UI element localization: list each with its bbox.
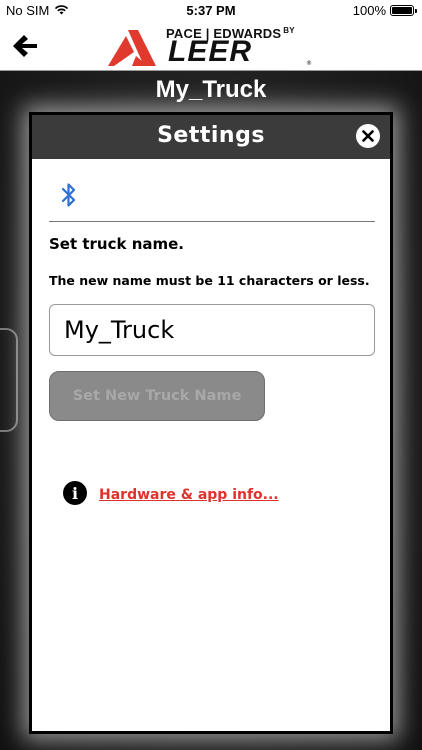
status-bar: No SIM 5:37 PM 100%	[0, 0, 422, 22]
set-truck-name-heading: Set truck name.	[49, 235, 185, 253]
side-handle	[0, 328, 18, 432]
close-button[interactable]	[356, 124, 380, 148]
bluetooth-icon	[61, 183, 76, 207]
dialog-header: Settings	[32, 115, 390, 159]
info-icon[interactable]: i	[63, 481, 87, 505]
truck-name-input[interactable]	[49, 304, 375, 356]
pace-edwards-leer-logo: PACE | EDWARDS BY LEER ®	[108, 24, 318, 68]
battery-full-icon	[390, 5, 417, 16]
dialog-title: Settings	[157, 123, 265, 148]
page-title: My_Truck	[155, 76, 267, 103]
close-icon	[362, 130, 374, 142]
leer-logo-mark	[108, 30, 156, 66]
logo-brand: LEER	[168, 35, 253, 68]
app-header: PACE | EDWARDS BY LEER ®	[0, 22, 422, 71]
arrow-left-icon	[13, 35, 37, 57]
status-right: 100%	[352, 3, 417, 18]
battery-percent: 100%	[352, 3, 386, 18]
logo-registered: ®	[306, 60, 312, 67]
logo-by: BY	[283, 26, 295, 35]
hardware-app-info-link[interactable]: Hardware & app info...	[99, 487, 279, 503]
name-length-note: The new name must be 11 characters or le…	[49, 273, 370, 288]
back-button[interactable]	[10, 32, 40, 60]
settings-dialog: Settings Set truck name. The new name mu…	[29, 112, 393, 734]
divider	[49, 221, 375, 222]
set-new-truck-name-button[interactable]: Set New Truck Name	[49, 371, 265, 421]
